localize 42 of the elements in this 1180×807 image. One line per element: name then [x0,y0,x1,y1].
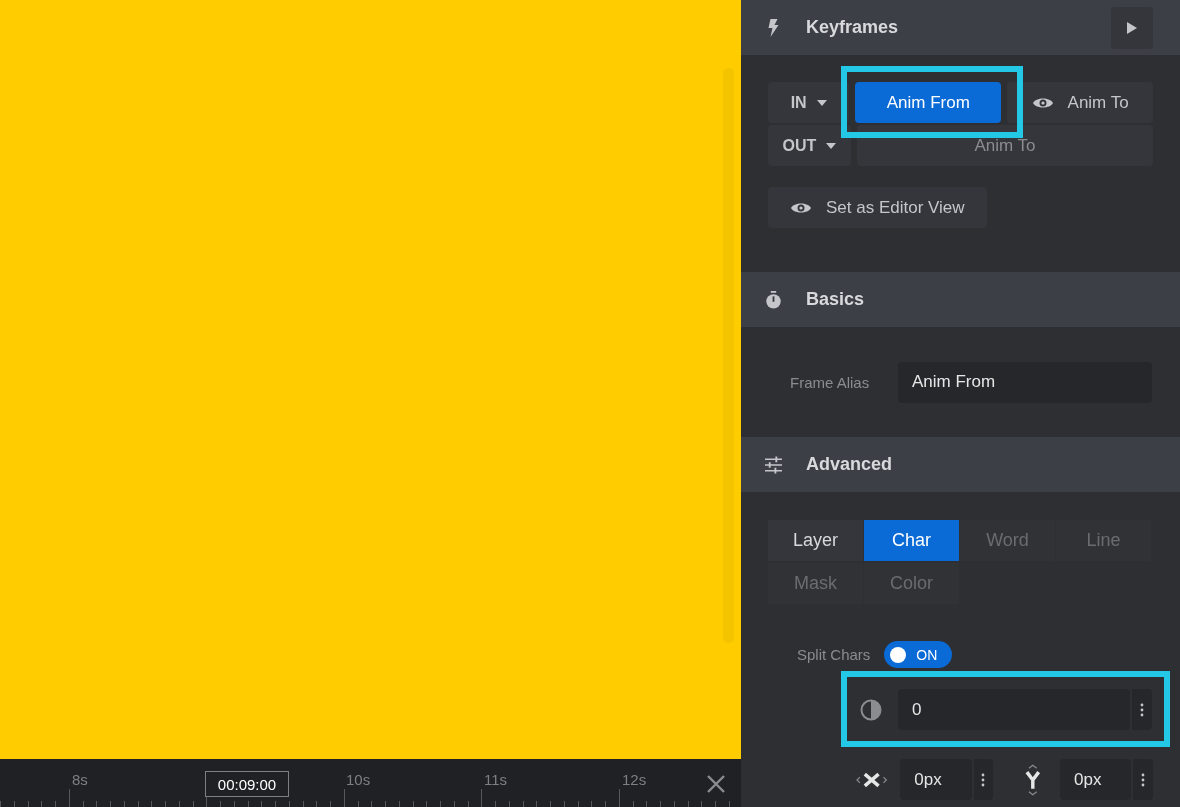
more-options-button[interactable] [1133,759,1153,800]
caret-icon [826,142,837,149]
time-label: 12s [622,771,647,788]
caret-icon [816,99,827,106]
field-label: Split Chars [797,646,871,663]
dropdown[interactable]: IN [768,82,850,123]
current-time: 00:09:00 [205,771,289,797]
section-header[interactable]: Keyframes [741,0,1180,55]
keyframe-button[interactable]: Anim From [855,82,1002,123]
x-field[interactable]: 0px [900,759,972,800]
toggle-switch[interactable]: ON [884,641,953,668]
time-label: 10s [346,771,371,788]
y-field[interactable]: 0px [1060,759,1132,800]
opacity-field[interactable]: 0 [898,689,1130,730]
opacity-icon [860,698,882,721]
toggle-knob[interactable] [890,646,907,663]
stopwatch-icon [765,290,782,309]
keyframe-button[interactable]: Anim To [1007,82,1153,123]
play-icon [1127,21,1137,34]
sliders-icon [765,455,782,474]
tab[interactable]: Char [864,520,959,561]
frame-alias-field[interactable]: Anim From [898,361,1152,403]
section-title: Keyframes [806,17,900,38]
y-axis-icon [1023,762,1043,797]
more-icon [981,772,986,787]
tab[interactable]: Layer [768,520,863,561]
more-options-button[interactable] [973,759,994,800]
close-icon[interactable] [706,774,726,794]
section-header[interactable]: Advanced [741,437,1180,492]
play-button[interactable] [1111,6,1153,49]
time-label: 8s [72,771,88,788]
timeline-ruler[interactable]: 8s 00:09:00 10s 11s 12s [0,759,741,807]
section-title: Basics [806,289,866,310]
dropdown[interactable]: OUT [768,125,851,166]
section-header[interactable]: Basics [741,272,1180,327]
section-title: Advanced [806,454,894,475]
field-label: Frame Alias [790,373,871,391]
more-options-button[interactable] [1132,689,1152,730]
set-editor-view-button[interactable]: Set as Editor View [768,187,987,228]
more-icon [1140,702,1144,717]
more-icon [1141,772,1146,787]
time-label: 11s [484,771,508,788]
